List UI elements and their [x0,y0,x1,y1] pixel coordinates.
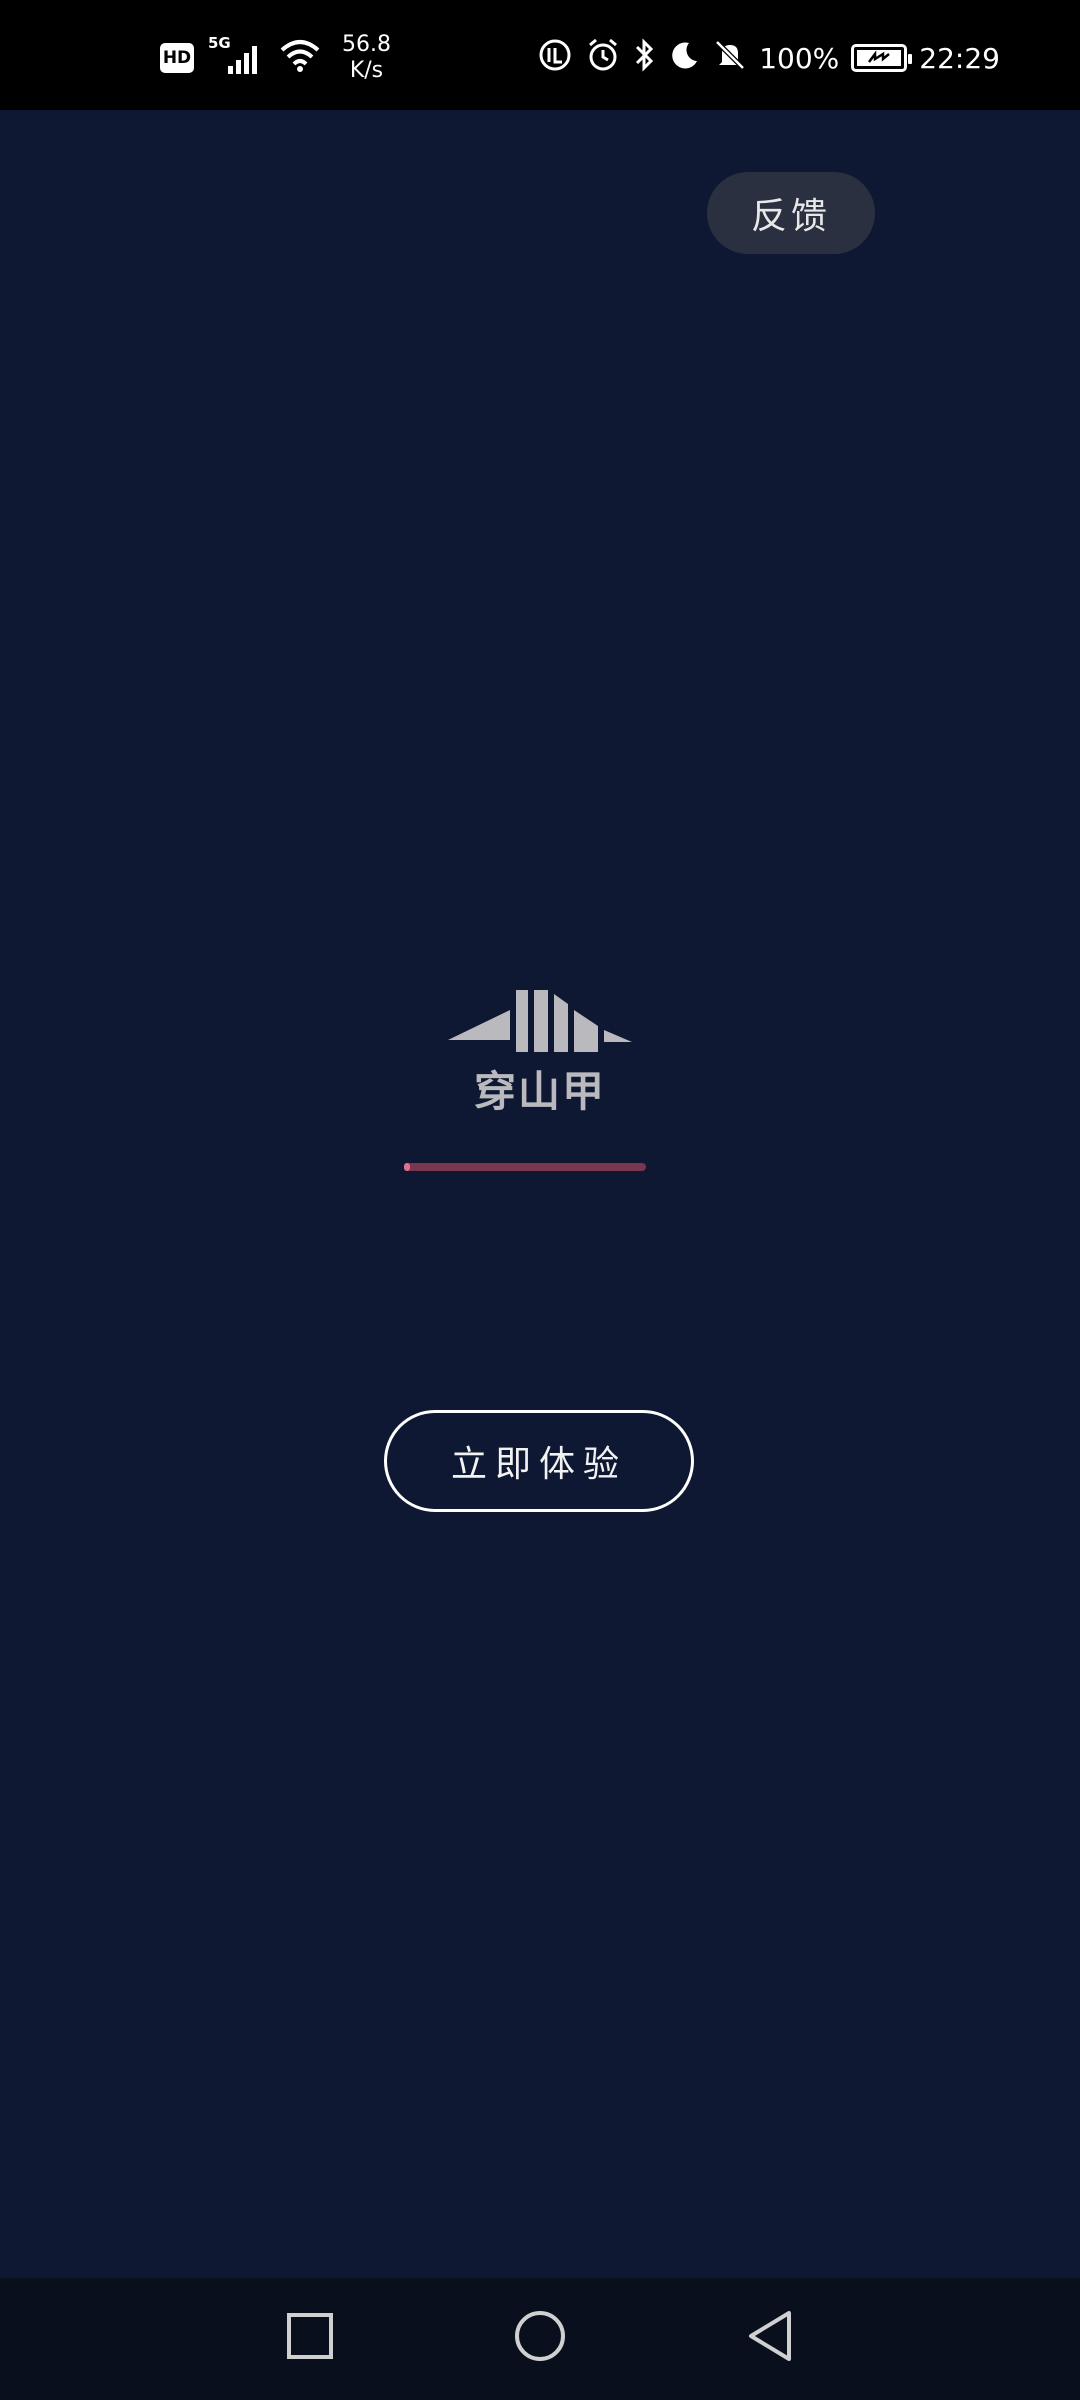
triangle-back-icon [749,2311,791,2361]
alarm-icon [585,37,621,80]
home-button[interactable] [500,2296,580,2376]
network-speed-value: 56.8 [342,32,391,57]
network-speed: 56.8 K/s [342,32,391,84]
try-now-button[interactable]: 立即体验 [384,1410,694,1512]
status-bar-left: HD 5G 56.8 K/s [160,30,391,86]
data-saver-icon [537,37,573,80]
back-button[interactable] [730,2296,810,2376]
navigation-bar [0,2278,1080,2400]
square-icon [287,2313,333,2359]
logo-text: 穿山甲 [473,1067,606,1116]
bluetooth-icon [633,37,657,80]
battery-percent: 100% [759,41,840,75]
battery-icon [851,44,913,72]
status-bar-right: 100% 22:29 [537,30,1000,86]
network-speed-unit: K/s [349,58,384,83]
circle-icon [515,2311,565,2361]
hd-badge: HD [160,43,194,73]
moon-icon [669,39,701,78]
recent-apps-button[interactable] [270,2296,350,2376]
status-bar: HD 5G 56.8 K/s 100% 22:29 [0,0,1080,110]
loading-progress-fill [404,1163,410,1171]
loading-progress-bar [404,1163,646,1171]
mute-bell-icon [713,38,747,79]
app-logo: 穿山甲 [448,990,632,1120]
feedback-button[interactable]: 反馈 [707,172,875,254]
logo-mark-icon [448,990,632,1052]
clock: 22:29 [919,41,1000,75]
cellular-signal-icon: 5G [208,34,264,78]
wifi-icon [278,38,322,78]
